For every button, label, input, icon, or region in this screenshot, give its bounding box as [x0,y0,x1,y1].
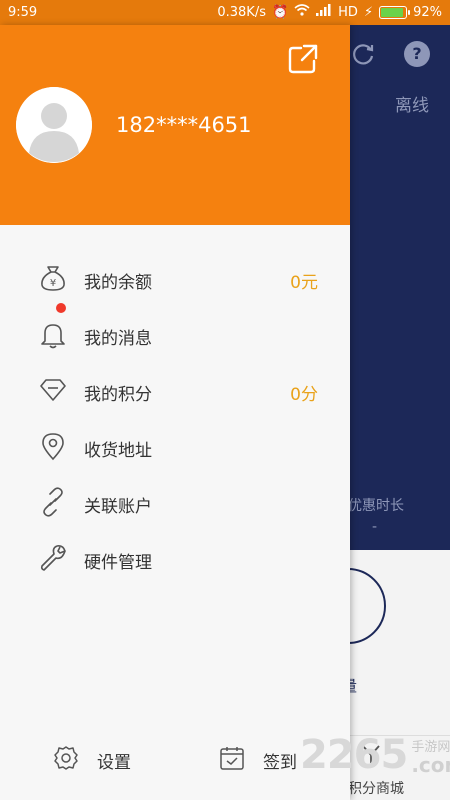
refresh-icon[interactable] [350,41,376,67]
menu-item-hardware[interactable]: 硬件管理 [0,531,350,587]
external-share-icon[interactable] [287,43,319,75]
net-speed: 0.38K/s [217,4,266,20]
network-type: HD [338,4,358,20]
user-phone: 182****4651 [116,113,252,137]
user-avatar-icon [16,87,92,163]
svg-text:¥: ¥ [50,278,56,289]
battery-percent: 92% [413,4,442,20]
battery-icon [379,5,411,19]
drawer-header: 182****4651 [0,25,350,225]
wifi-icon [294,4,310,20]
discount-time-value: - [372,519,378,535]
menu-label: 我的消息 [84,329,152,349]
gear-icon [53,745,79,771]
unread-badge [56,303,66,313]
settings-button[interactable]: 设置 [53,745,153,775]
background-header: ? 离线 优惠时长 - [348,25,450,550]
menu-item-points[interactable]: 我的积分 0分 [0,363,350,419]
menu-value: 0元 [290,273,318,293]
shop-label[interactable]: 积分商城 [348,778,404,798]
menu-label: 收货地址 [84,441,152,461]
checkin-label: 签到 [263,753,297,773]
calendar-check-icon [219,745,245,771]
status-right: 0.38K/s ⏰ HD ⚡ 92% [217,4,442,20]
status-time: 9:59 [8,5,38,20]
diamond-icon [38,375,68,405]
alarm-icon: ⏰ [271,4,289,20]
discount-time-label: 优惠时长 [348,498,404,514]
menu-label: 硬件管理 [84,553,152,573]
watermark-en: .com [411,752,450,777]
drawer-footer: 设置 签到 [0,735,350,785]
location-pin-icon [38,431,68,461]
site-watermark: 2265 手游网 .com [300,732,450,778]
background-app: ? 离线 优惠时长 - 量 积分商城 [310,25,450,800]
wrench-icon [38,543,68,573]
bell-icon [38,319,68,349]
menu-label: 我的积分 [84,385,152,405]
offline-label: 离线 [395,96,429,116]
settings-label: 设置 [97,753,131,773]
menu-label: 我的余额 [84,273,152,293]
charging-icon: ⚡ [363,4,374,20]
menu-item-balance[interactable]: ¥ 我的余额 0元 [0,251,350,307]
menu-label: 关联账户 [84,497,152,517]
link-icon [38,487,68,517]
money-bag-icon: ¥ [38,263,68,293]
avatar[interactable] [16,87,92,163]
signal-icon [316,4,332,20]
status-bar: 9:59 0.38K/s ⏰ HD ⚡ 92% [0,0,450,25]
menu-item-address[interactable]: 收货地址 [0,419,350,475]
menu-value: 0分 [290,385,318,405]
battery-fill [381,7,404,17]
menu-item-messages[interactable]: 我的消息 [0,303,350,363]
watermark-cn: 手游网 [411,739,450,755]
menu-item-linked-accounts[interactable]: 关联账户 [0,475,350,531]
watermark-side: 手游网 .com [411,736,450,775]
help-icon[interactable]: ? [404,41,430,67]
watermark-number: 2265 [300,732,408,778]
navigation-drawer: 182****4651 ¥ 我的余额 0元 我的消息 我的积分 0分 收货地址 … [0,25,350,800]
